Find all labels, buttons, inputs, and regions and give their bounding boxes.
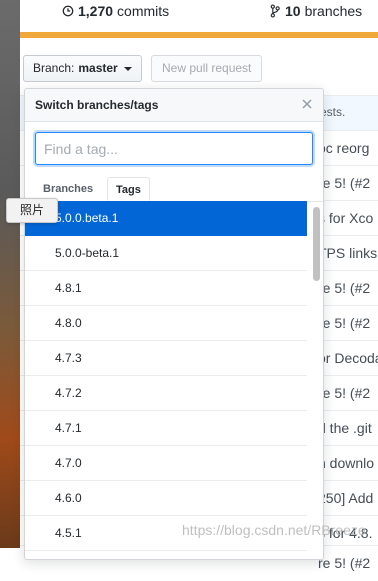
tag-item[interactable]: 5.0.0.beta.1 [25, 201, 307, 236]
tab-tags[interactable]: Tags [107, 177, 150, 201]
repo-page: 1,270 commits 10 branches Branch: master… [20, 0, 378, 571]
branches-stat[interactable]: 10 branches [269, 3, 362, 19]
repo-stats-bar: 1,270 commits 10 branches [20, 0, 378, 33]
tag-filter-input[interactable] [35, 132, 313, 165]
commit-message: re 5! (#2 [318, 175, 371, 191]
close-icon[interactable] [299, 96, 315, 112]
tag-item[interactable]: 4.7.2 [25, 376, 307, 411]
dropdown-header: Switch branches/tags [25, 89, 323, 122]
tag-item[interactable]: 4.7.1 [25, 411, 307, 446]
commit-message: re 5! (#2 [318, 280, 371, 296]
language-bar [20, 32, 378, 38]
commit-message: oc reorg [318, 140, 370, 156]
commit-message: s for Xco [318, 210, 374, 226]
branch-select-button[interactable]: Branch: master [23, 55, 142, 82]
tag-item[interactable]: 5.0.0-beta.1 [25, 236, 307, 271]
branches-count: 10 [285, 3, 301, 19]
history-icon [62, 5, 74, 17]
commit-message: re 5! (#2 [318, 555, 371, 571]
watermark: https://blog.csdn.net/RBreeze [182, 522, 366, 538]
commit-message: d the .git [318, 420, 372, 436]
tag-item[interactable]: 4.7.3 [25, 341, 307, 376]
desktop-background [0, 0, 20, 548]
branches-label: branches [304, 3, 363, 19]
commit-message: re 5! (#2 [318, 315, 371, 331]
dropdown-scrollbar[interactable] [313, 207, 320, 281]
commit-message: n downlo [318, 455, 375, 471]
tag-item[interactable]: 4.8.0 [25, 306, 307, 341]
tag-item[interactable]: 4.7.0 [25, 446, 307, 481]
commit-message: or Decoda [318, 350, 378, 366]
commit-message: re 5! (#2 [318, 385, 371, 401]
branch-select-label: Branch: [33, 61, 75, 75]
commits-stat[interactable]: 1,270 commits [62, 3, 169, 19]
branch-select-value: master [78, 61, 118, 75]
tag-item[interactable]: 4.6.0 [25, 481, 307, 516]
commits-count: 1,270 [78, 3, 114, 19]
tooltip: 照片 [6, 198, 58, 223]
commit-message: TPS links [318, 245, 378, 261]
branch-icon [270, 4, 280, 18]
dropdown-tabs: Branches Tags [25, 177, 323, 202]
commits-label: commits [117, 3, 170, 19]
new-pull-request-button[interactable]: New pull request [151, 55, 263, 82]
dropdown-title: Switch branches/tags [35, 98, 159, 112]
tag-item[interactable]: 4.8.1 [25, 271, 307, 306]
caret-down-icon [123, 66, 132, 71]
switch-branches-dropdown: Switch branches/tags Branches Tags 5.0.0… [24, 88, 324, 560]
commit-message: 250] Add [318, 490, 374, 506]
